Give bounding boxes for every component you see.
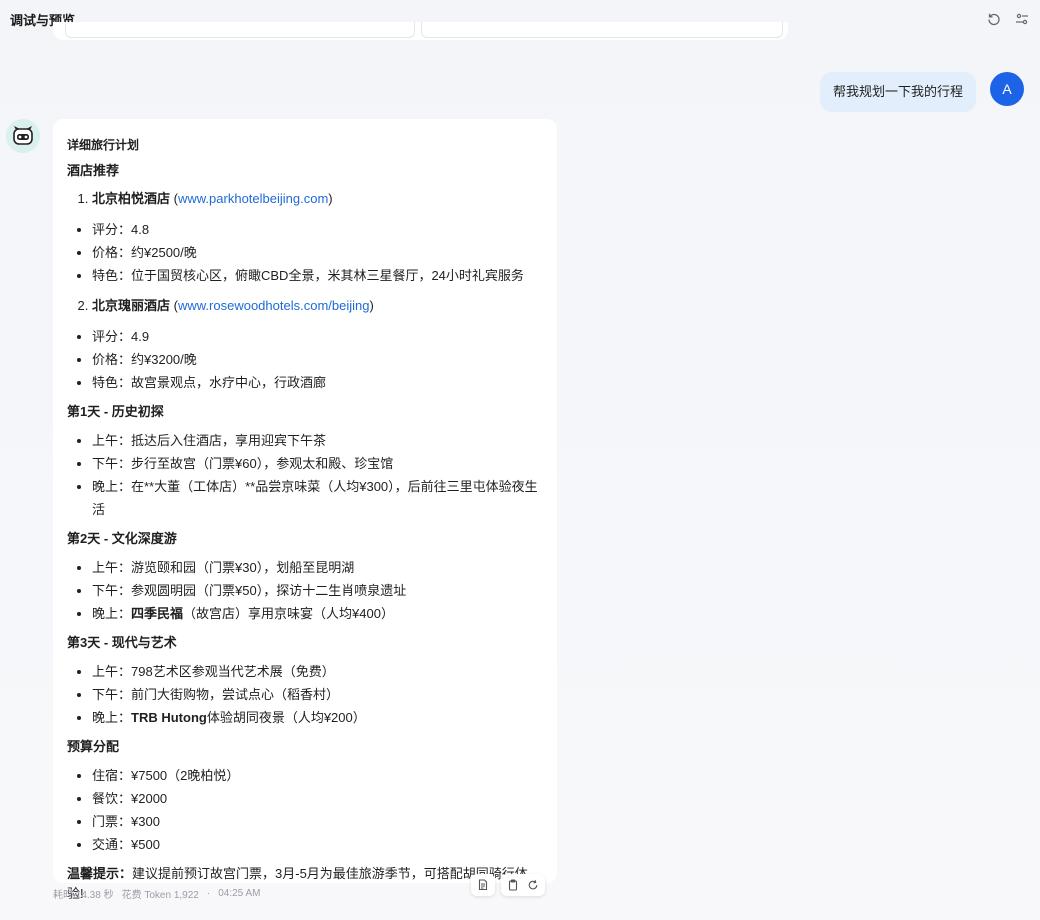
list-item: 下午：参观圆明园（门票¥50），探访十二生肖喷泉遗址 [92,579,543,602]
bot-reply-card: 详细旅行计划 酒店推荐 北京柏悦酒店 (www.parkhotelbeijing… [53,119,557,901]
day3-title: 第3天 - 现代与艺术 [67,635,177,650]
list-item: 上午：游览颐和园（门票¥30），划船至昆明湖 [92,556,543,579]
list-item: 门票：¥300 [92,810,543,833]
robot-face-icon [13,126,33,145]
message-actions [471,874,545,896]
hotel-list: 北京瑰丽酒店 (www.rosewoodhotels.com/beijing) [92,295,543,317]
hotel-item: 北京瑰丽酒店 (www.rosewoodhotels.com/beijing) [92,295,543,317]
previous-card-cell [65,22,415,38]
refresh-icon [528,880,538,890]
token-cost: 花费 Token 1,922 [121,889,199,901]
budget-list: 住宿：¥7500（2晚柏悦） 餐饮：¥2000 门票：¥300 交通：¥500 [92,764,543,856]
user-message-row: 帮我规划一下我的行程 A [819,72,1024,112]
restaurant-name: 四季民福 [131,606,184,621]
document-icon [478,879,488,891]
evening-prefix: 晚上： [92,710,132,725]
list-item: 晚上：在**大董（工体店）**品尝京味菜（人均¥300），后前往三里屯体验夜生活 [92,475,543,521]
user-message-bubble: 帮我规划一下我的行程 [819,72,976,112]
header-tools [986,11,1030,27]
reply-heading: 详细旅行计划 [67,138,140,152]
hotel-name: 北京瑰丽酒店 [92,298,171,313]
hotel-section-title: 酒店推荐 [67,163,120,178]
hotel-link[interactable]: www.rosewoodhotels.com/beijing [178,298,369,313]
hotel-url-close: ) [369,298,374,313]
list-item: 晚上：TRB Hutong体验胡同夜景（人均¥200） [92,706,543,729]
day1-title: 第1天 - 历史初探 [67,404,164,419]
evening-prefix: 晚上： [92,606,132,621]
hotel-details: 评分：4.9 价格：约¥3200/晚 特色：故宫景观点，水疗中心，行政酒廊 [92,325,543,394]
clipboard-icon [508,879,518,891]
evening-detail: 体验胡同夜景（人均¥200） [206,710,366,725]
day2-list: 上午：游览颐和园（门票¥30），划船至昆明湖 下午：参观圆明园（门票¥50），探… [92,556,543,625]
hotel-details: 评分：4.8 价格：约¥2500/晚 特色：位于国贸核心区，俯瞰CBD全景，米其… [92,218,543,287]
tip-label: 温馨提示： [67,866,133,881]
list-item: 晚上：四季民福（故宫店）享用京味宴（人均¥400） [92,602,543,625]
settings-sliders-icon[interactable] [1014,11,1030,27]
list-item: 评分：4.8 [92,218,543,241]
hotel-list: 北京柏悦酒店 (www.parkhotelbeijing.com) [92,188,543,210]
day3-list: 上午：798艺术区参观当代艺术展（免费） 下午：前门大街购物，尝试点心（稻香村）… [92,660,543,729]
evening-detail: （故宫店）享用京味宴（人均¥400） [183,606,394,621]
message-time: 04:25 AM [218,887,261,899]
reset-icon[interactable] [986,11,1002,27]
hotel-url-close: ) [328,191,333,206]
previous-card-cell [421,22,783,38]
log-button[interactable] [471,874,495,896]
list-item: 价格：约¥2500/晚 [92,241,543,264]
hotel-link[interactable]: www.parkhotelbeijing.com [178,191,328,206]
list-item: 价格：约¥3200/晚 [92,348,543,371]
regenerate-button[interactable] [527,879,539,891]
list-item: 下午：步行至故宫（门票¥60），参观太和殿、珍宝馆 [92,452,543,475]
copy-button[interactable] [507,879,519,891]
list-item: 评分：4.9 [92,325,543,348]
list-item: 餐饮：¥2000 [92,787,543,810]
hotel-item: 北京柏悦酒店 (www.parkhotelbeijing.com) [92,188,543,210]
list-item: 下午：前门大街购物，尝试点心（稻香村） [92,683,543,706]
list-item: 交通：¥500 [92,833,543,856]
list-item: 上午：抵达后入住酒店，享用迎宾下午茶 [92,429,543,452]
bot-avatar [6,119,40,153]
venue-name: TRB Hutong [131,710,207,725]
list-item: 上午：798艺术区参观当代艺术展（免费） [92,660,543,683]
budget-title: 预算分配 [67,739,120,754]
hotel-name: 北京柏悦酒店 [92,191,171,206]
meta-separator: · [206,887,211,899]
list-item: 特色：位于国贸核心区，俯瞰CBD全景，米其林三星餐厅，24小时礼宾服务 [92,264,543,287]
user-avatar: A [990,72,1024,106]
previous-message-card [53,22,788,40]
elapsed-time: 耗时 14.38 秒 [53,889,114,901]
day1-list: 上午：抵达后入住酒店，享用迎宾下午茶 下午：步行至故宫（门票¥60），参观太和殿… [92,429,543,521]
list-item: 住宿：¥7500（2晚柏悦） [92,764,543,787]
copy-regenerate-group [501,874,545,896]
list-item: 特色：故宫景观点，水疗中心，行政酒廊 [92,371,543,394]
day2-title: 第2天 - 文化深度游 [67,531,177,546]
message-meta: 耗时 14.38 秒 花费 Token 1,922 · 04:25 AM [53,886,261,901]
